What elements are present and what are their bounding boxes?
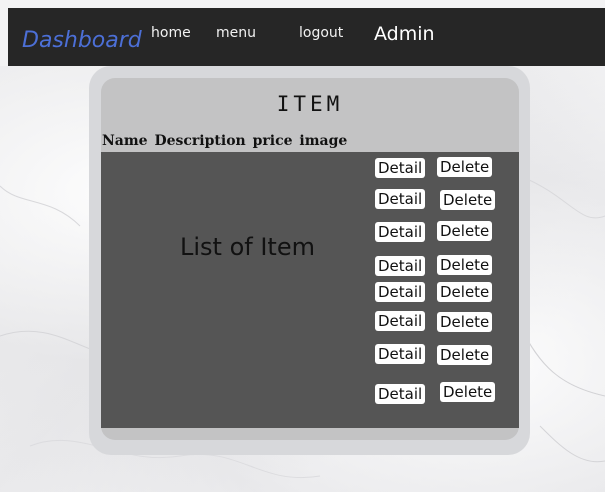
table-header-row: Name Description price image [102,133,347,149]
column-header-price: price [252,133,293,149]
delete-button[interactable]: Delete [437,282,493,302]
delete-button[interactable]: Delete [440,382,496,402]
delete-button[interactable]: Delete [437,157,493,177]
column-header-description: Description [154,133,246,149]
detail-button[interactable]: Detail [375,384,426,404]
top-navigation-bar: Dashboard home menu logout Admin [8,8,605,66]
admin-user-label: Admin [374,23,435,45]
column-header-image: image [299,133,348,149]
delete-button[interactable]: Delete [437,221,493,241]
column-header-name: Name [102,133,148,149]
nav-menu-link[interactable]: menu [216,25,256,41]
detail-button[interactable]: Detail [375,222,426,242]
page-title: ITEM [276,92,344,116]
detail-button[interactable]: Detail [375,344,426,364]
delete-button[interactable]: Delete [440,190,496,210]
item-list-title: List of Item [180,233,315,261]
delete-button[interactable]: Delete [437,312,493,332]
detail-button[interactable]: Detail [375,158,426,178]
detail-button[interactable]: Detail [375,256,426,276]
detail-button[interactable]: Detail [375,282,426,302]
delete-button[interactable]: Delete [437,345,493,365]
nav-home-link[interactable]: home [151,25,191,41]
delete-button[interactable]: Delete [437,255,493,275]
detail-button[interactable]: Detail [375,189,426,209]
brand-link[interactable]: Dashboard [22,28,142,53]
detail-button[interactable]: Detail [375,311,426,331]
nav-logout-link[interactable]: logout [299,25,343,41]
